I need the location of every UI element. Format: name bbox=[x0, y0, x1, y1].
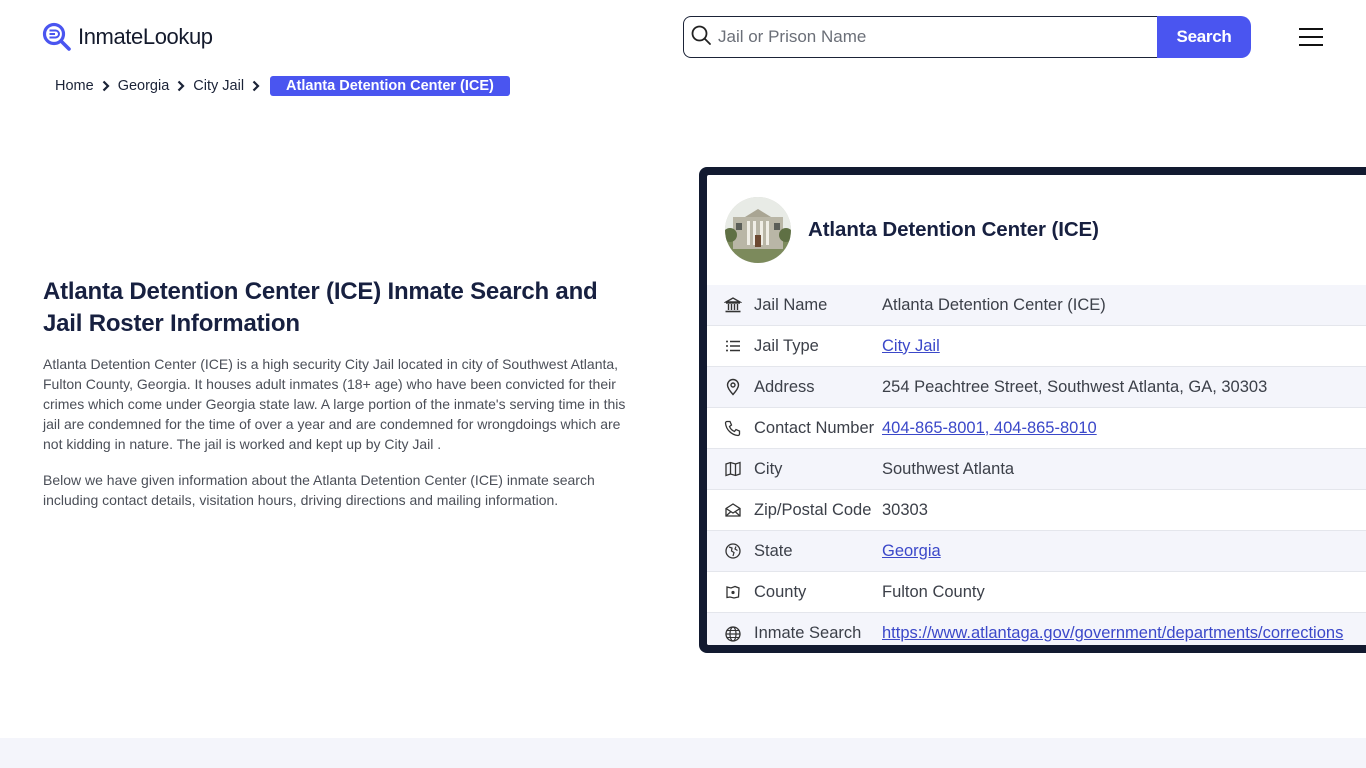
menu-bar bbox=[1299, 44, 1323, 46]
menu-bar bbox=[1299, 28, 1323, 30]
intro-paragraph-2: Below we have given information about th… bbox=[43, 472, 595, 508]
phone-icon bbox=[724, 419, 742, 437]
search-form: Search bbox=[683, 16, 1251, 58]
web-globe-icon bbox=[724, 625, 742, 643]
info-row-inmate-search: Inmate Search https://www.atlantaga.gov/… bbox=[707, 613, 1366, 645]
info-label: Jail Name bbox=[754, 295, 828, 314]
logo-text: InmateLookup bbox=[78, 24, 213, 49]
info-row-state: State Georgia bbox=[707, 531, 1366, 572]
logo[interactable]: InmateLookup bbox=[42, 22, 213, 52]
info-label: Address bbox=[754, 377, 815, 396]
info-value: Atlanta Detention Center (ICE) bbox=[882, 295, 1106, 314]
breadcrumb-georgia[interactable]: Georgia bbox=[118, 78, 170, 94]
info-value: 30303 bbox=[882, 500, 928, 519]
breadcrumb: Home Georgia City Jail Atlanta Detention… bbox=[55, 76, 510, 96]
card-title: Atlanta Detention Center (ICE) bbox=[808, 218, 1099, 241]
map-icon bbox=[724, 460, 742, 478]
state-link[interactable]: Georgia bbox=[882, 542, 941, 561]
info-value: Southwest Atlanta bbox=[882, 459, 1015, 478]
info-row-contact: Contact Number 404-865-8001, 404-865-801… bbox=[707, 408, 1366, 449]
jail-info-card: Atlanta Detention Center (ICE) Jail Name… bbox=[699, 167, 1366, 653]
info-row-address: Address 254 Peachtree Street, Southwest … bbox=[707, 367, 1366, 408]
info-value: 254 Peachtree Street, Southwest Atlanta,… bbox=[882, 377, 1268, 396]
county-map-icon bbox=[724, 583, 742, 601]
globe-map-icon bbox=[724, 542, 742, 560]
card-header: Atlanta Detention Center (ICE) bbox=[707, 175, 1366, 285]
breadcrumb-home[interactable]: Home bbox=[55, 78, 94, 94]
jail-info-card-inner: Atlanta Detention Center (ICE) Jail Name… bbox=[707, 175, 1366, 645]
hamburger-menu-icon[interactable] bbox=[1297, 26, 1325, 48]
breadcrumb-current: Atlanta Detention Center (ICE) bbox=[270, 76, 510, 96]
info-row-jail-type: Jail Type City Jail bbox=[707, 326, 1366, 367]
chevron-right-icon bbox=[177, 80, 185, 92]
info-label: Zip/Postal Code bbox=[754, 500, 872, 519]
search-input[interactable] bbox=[718, 27, 1138, 47]
chevron-right-icon bbox=[102, 80, 110, 92]
mail-open-icon bbox=[724, 501, 742, 519]
menu-bar bbox=[1299, 36, 1323, 38]
info-value: Fulton County bbox=[882, 582, 985, 601]
chevron-right-icon bbox=[252, 80, 260, 92]
intro-paragraph: Atlanta Detention Center (ICE) is a high… bbox=[43, 356, 626, 452]
info-label: Contact Number bbox=[754, 418, 875, 437]
list-icon bbox=[724, 337, 742, 355]
info-row-county: County Fulton County bbox=[707, 572, 1366, 613]
contact-number-link[interactable]: 404-865-8001, 404-865-8010 bbox=[882, 419, 1097, 438]
info-label: Inmate Search bbox=[754, 624, 862, 642]
info-row-jail-name: Jail Name Atlanta Detention Center (ICE) bbox=[707, 285, 1366, 326]
page-title: Atlanta Detention Center (ICE) Inmate Se… bbox=[43, 278, 598, 337]
map-pin-icon bbox=[724, 378, 742, 396]
breadcrumb-city-jail[interactable]: City Jail bbox=[193, 78, 244, 94]
info-label: State bbox=[754, 541, 793, 560]
info-row-zip: Zip/Postal Code 30303 bbox=[707, 490, 1366, 531]
inmate-search-link[interactable]: https://www.atlantaga.gov/government/dep… bbox=[882, 624, 1343, 643]
footer-band bbox=[0, 738, 1366, 768]
building-icon bbox=[724, 296, 742, 314]
site-header: InmateLookup Search bbox=[0, 0, 1366, 70]
logo-magnifier-icon bbox=[42, 22, 72, 52]
jail-type-link[interactable]: City Jail bbox=[882, 337, 940, 356]
search-icon bbox=[690, 24, 712, 51]
jail-photo-avatar bbox=[725, 197, 791, 263]
info-label: City bbox=[754, 459, 783, 478]
search-field[interactable] bbox=[683, 16, 1157, 58]
info-label: County bbox=[754, 582, 807, 601]
info-table: Jail Name Atlanta Detention Center (ICE)… bbox=[707, 285, 1366, 645]
search-button[interactable]: Search bbox=[1157, 16, 1251, 58]
info-row-city: City Southwest Atlanta bbox=[707, 449, 1366, 490]
intro-section: Atlanta Detention Center (ICE) Inmate Se… bbox=[43, 276, 643, 510]
info-label: Jail Type bbox=[754, 336, 819, 355]
